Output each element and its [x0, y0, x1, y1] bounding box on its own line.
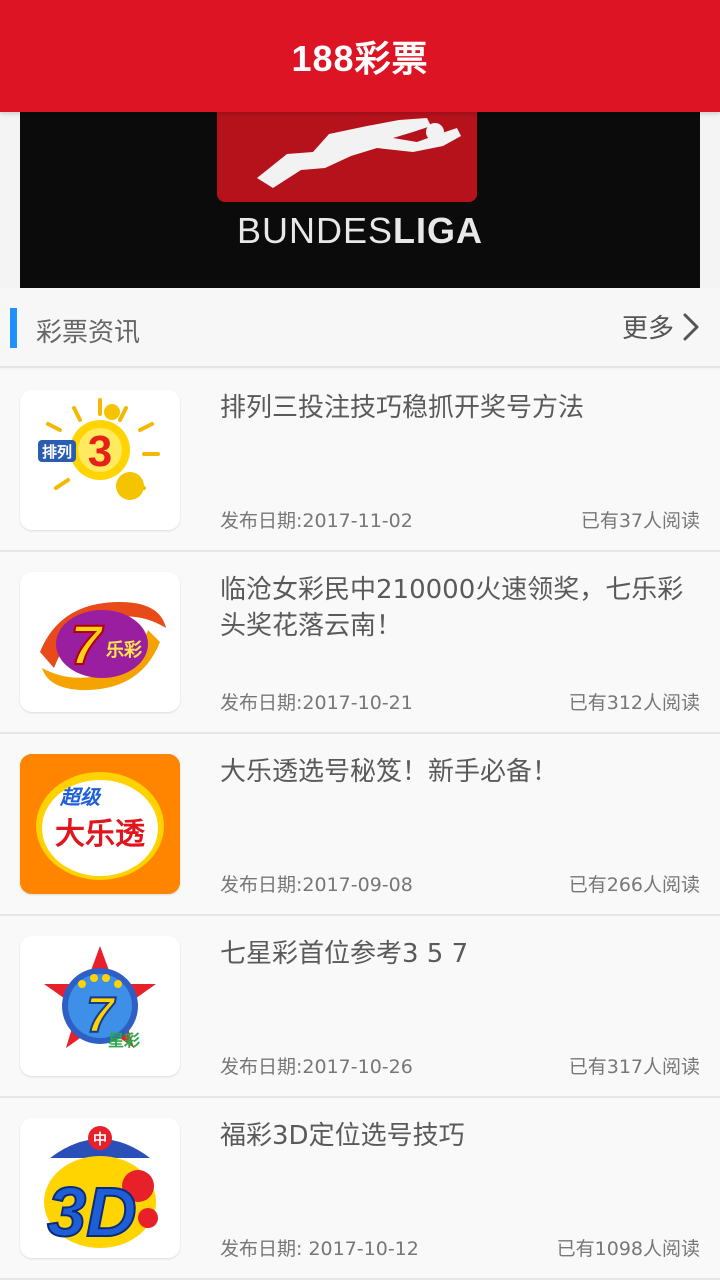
article-date: 发布日期: 2017-10-12: [220, 1238, 419, 1260]
bundesliga-banner[interactable]: BUNDESLIGA: [20, 112, 700, 288]
daletou-logo-icon: 超级 大乐透: [20, 754, 180, 894]
player-silhouette-icon: [257, 118, 461, 188]
qixingcai-logo-icon: 7 星彩: [44, 946, 156, 1050]
logo-daletou-main: 大乐透: [55, 817, 145, 852]
logo-qixing-text: 星彩: [108, 1031, 140, 1050]
article-item[interactable]: 中 3D 福彩3D定位选号技巧 发布日期: 2017-10-12 已有1098人…: [0, 1098, 720, 1280]
app-header: 188彩票: [0, 0, 720, 112]
logo-pailie-number: 3: [88, 427, 112, 476]
article-thumbnail: 中 3D: [20, 1118, 180, 1258]
qilecai-logo-icon: 7 乐彩: [40, 602, 166, 691]
section-accent-bar: [10, 308, 17, 348]
article-title: 排列三投注技巧稳抓开奖号方法: [220, 393, 585, 423]
logo-fucai-text: 3D: [47, 1173, 136, 1251]
banner-bundesliga-text: BUNDESLIGA: [20, 210, 700, 252]
article-date: 发布日期:2017-10-26: [220, 1056, 413, 1078]
logo-daletou-top: 超级: [59, 785, 102, 809]
article-title: 临沧女彩民中210000火速领奖，七乐彩头奖花落云南！: [220, 575, 684, 641]
article-read-count: 已有266人阅读: [568, 874, 700, 896]
logo-fucai-zhong: 中: [93, 1131, 107, 1148]
article-title: 福彩3D定位选号技巧: [220, 1121, 465, 1151]
article-item[interactable]: 3 排列 排列三投注技巧稳抓开奖号方法 发布日期:2017-11-02 已有37…: [0, 370, 720, 552]
article-item[interactable]: 7 乐彩 临沧女彩民中210000火速领奖，七乐彩头奖花落云南！ 发布日期:20…: [0, 552, 720, 734]
article-date: 发布日期:2017-11-02: [220, 510, 413, 532]
logo-pailie-text: 排列: [42, 443, 72, 461]
article-thumbnail: 超级 大乐透: [20, 754, 180, 894]
article-title: 七星彩首位参考3 5 7: [220, 939, 469, 969]
article-date: 发布日期:2017-09-08: [220, 874, 413, 896]
article-item[interactable]: 超级 大乐透 大乐透选号秘笈！新手必备！ 发布日期:2017-09-08 已有2…: [0, 734, 720, 916]
banner-text-bundes: BUNDES: [236, 210, 394, 251]
app-screen: 188彩票 BUNDESLIGA 彩票资讯 更多 3 排列 排列三投注技巧稳抓开…: [0, 0, 720, 1280]
article-read-count: 已有312人阅读: [568, 692, 700, 714]
more-button[interactable]: 更多: [622, 308, 700, 345]
article-read-count: 已有317人阅读: [568, 1056, 700, 1078]
article-thumbnail: 3 排列: [20, 390, 180, 530]
chevron-right-icon: [683, 313, 699, 340]
pailie3-logo-icon: 3 排列: [38, 398, 160, 500]
section-title: 彩票资讯: [36, 318, 141, 348]
article-thumbnail: 7 星彩: [20, 936, 180, 1076]
article-read-count: 已有1098人阅读: [556, 1238, 700, 1260]
more-label: 更多: [621, 314, 674, 344]
article-item[interactable]: 7 星彩 七星彩首位参考3 5 7 发布日期:2017-10-26 已有317人…: [0, 916, 720, 1098]
article-title: 大乐透选号秘笈！新手必备！: [220, 757, 559, 787]
article-thumbnail: 7 乐彩: [20, 572, 180, 712]
logo-qile-text: 乐彩: [106, 640, 142, 661]
news-section-header: 彩票资讯 更多: [0, 288, 720, 368]
app-title: 188彩票: [291, 38, 429, 79]
article-read-count: 已有37人阅读: [580, 510, 700, 532]
logo-qile-number: 7: [70, 613, 104, 676]
fucai3d-logo-icon: 中 3D: [44, 1126, 158, 1252]
banner-text-liga: LIGA: [393, 210, 484, 251]
article-list: 3 排列 排列三投注技巧稳抓开奖号方法 发布日期:2017-11-02 已有37…: [0, 370, 720, 1280]
article-date: 发布日期:2017-10-21: [220, 692, 413, 714]
